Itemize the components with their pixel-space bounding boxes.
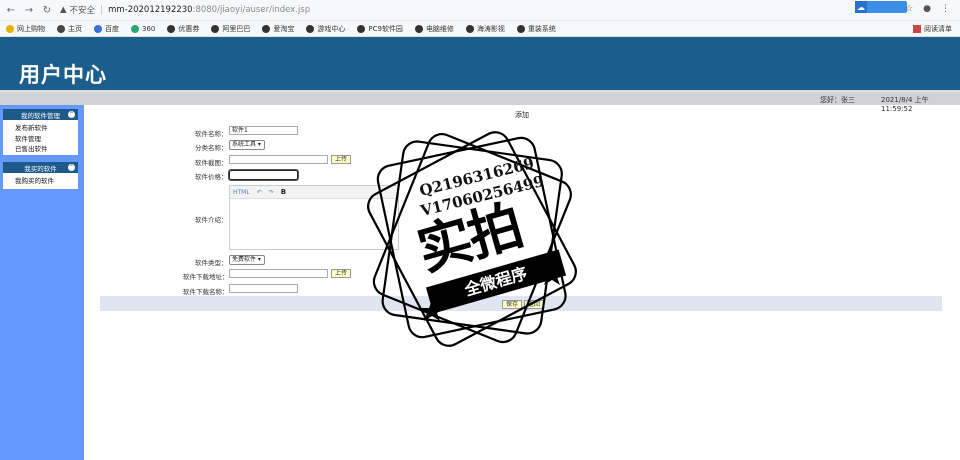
user-bar: 您好：张三 2021/8/4 上午11:59:52 [0, 93, 960, 113]
type-label: 软件类型： [195, 259, 228, 267]
bookmark-item[interactable]: PC9软件园 [357, 24, 403, 34]
extension-badge[interactable]: ☁ [855, 1, 907, 13]
bookmark-icon [414, 24, 423, 33]
menu-group-my-software: 我的软件管理 ⌃ 发布新软件 软件管理 已售出软件 [3, 109, 78, 155]
browser-toolbar: ← → ↻ ▲ 不安全 mm-202012192230 :8080/jiaoyi… [0, 0, 960, 21]
bookmarks-bar: 网上购物 主页 百度 360 优惠券 阿里巴巴 爱淘宝 游戏中心 PC9软件园 电脑维修 海涛影视 重… [0, 21, 960, 37]
bookmark-item[interactable]: 百度 [94, 24, 119, 34]
back-icon[interactable]: ← [4, 3, 18, 17]
menu-icon[interactable]: ⋮ [941, 4, 950, 14]
bookmark-icon [167, 24, 176, 33]
bookmark-icon [57, 24, 65, 33]
app-header: 用户中心 [0, 37, 960, 90]
intro-label: 软件介绍： [195, 216, 228, 224]
security-label: 不安全 [69, 6, 96, 16]
upload-screenshot-button[interactable]: 上传 [331, 155, 352, 164]
sidebar-item-manage[interactable]: 软件管理 [3, 134, 78, 145]
bookmark-item[interactable]: 电脑维修 [414, 24, 454, 34]
editor-toolbar: HTML ↶ ↷ B [230, 186, 398, 199]
html-mode-button[interactable]: HTML [233, 189, 250, 196]
bookmark-item[interactable]: 主页 [57, 24, 82, 34]
software-name-input[interactable]: 软件1 [229, 126, 298, 135]
sidebar-item-sold[interactable]: 已售出软件 [3, 144, 78, 155]
bookmark-icon [357, 24, 366, 33]
category-label: 分类名称： [195, 144, 228, 152]
url-path: :8080/jiaoyi/auser/index.jsp [192, 5, 311, 15]
download-name-input[interactable] [229, 284, 298, 293]
name-label: 软件名称： [195, 130, 228, 138]
warning-icon: ▲ [60, 5, 67, 15]
bookmark-item[interactable]: 爱淘宝 [262, 24, 294, 34]
sidebar [0, 105, 84, 460]
star-icon[interactable]: ☆ [905, 4, 913, 14]
collapse-icon[interactable]: ⌃ [68, 164, 75, 171]
forward-icon[interactable]: → [22, 3, 36, 17]
bookmark-item[interactable]: 优惠券 [167, 24, 199, 34]
bookmark-icon [131, 24, 139, 33]
bookmark-item[interactable]: 阿里巴巴 [211, 24, 250, 34]
price-input[interactable] [228, 169, 299, 181]
price-label: 软件价格： [195, 173, 228, 181]
reading-list-icon [913, 25, 921, 33]
sidebar-item-purchased[interactable]: 我购买的软件 [3, 176, 78, 187]
reading-list-button[interactable]: 阅读清单 [913, 24, 952, 34]
url-host: mm-202012192230 [108, 5, 193, 15]
bold-button[interactable]: B [281, 188, 286, 196]
collapse-icon[interactable]: ⌃ [68, 111, 75, 118]
bookmark-item[interactable]: 重装系统 [516, 24, 556, 34]
screenshot-label: 软件截图： [195, 159, 228, 167]
bookmark-icon [306, 24, 315, 33]
account-icon[interactable]: ● [923, 4, 931, 14]
redo-icon[interactable]: ↷ [269, 189, 274, 196]
address-bar[interactable]: ▲ 不安全 mm-202012192230 :8080/jiaoyi/auser… [60, 4, 310, 16]
bookmark-icon [516, 24, 525, 33]
menu-header[interactable]: 我买的软件 ⌃ [3, 162, 78, 173]
bookmark-icon [6, 24, 14, 33]
bookmark-item[interactable]: 海涛影视 [465, 24, 505, 34]
form-title: 添加 [515, 111, 529, 119]
bookmark-icon [211, 24, 220, 33]
bookmark-item[interactable]: 游戏中心 [306, 24, 345, 34]
menu-group-bought: 我买的软件 ⌃ 我购买的软件 [3, 162, 78, 189]
category-select[interactable]: 系统工具 ▾ [229, 140, 265, 150]
bookmark-icon [262, 24, 271, 33]
bookmark-item[interactable]: 网上购物 [6, 24, 45, 34]
upload-file-button[interactable]: 上传 [331, 269, 352, 278]
page-title: 用户中心 [19, 63, 107, 87]
bookmark-icon [465, 24, 474, 33]
download-name-label: 软件下载名称： [183, 288, 229, 296]
bookmark-item[interactable]: 360 [131, 24, 155, 33]
bookmark-icon [94, 24, 102, 33]
type-select[interactable]: 免费软件 ▾ [229, 255, 265, 265]
user-greeting: 您好：张三 [820, 96, 855, 104]
sidebar-item-publish[interactable]: 发布新软件 [3, 123, 78, 134]
undo-icon[interactable]: ↶ [257, 189, 262, 196]
back-button[interactable]: 返回 [524, 300, 545, 309]
download-url-input[interactable] [229, 269, 328, 278]
rich-text-editor[interactable]: HTML ↶ ↷ B [229, 185, 399, 250]
current-datetime: 2021/8/4 上午11:59:52 [881, 96, 929, 113]
reload-icon[interactable]: ↻ [40, 3, 54, 17]
download-url-label: 软件下载地址： [183, 273, 229, 281]
save-button[interactable]: 保存 [502, 300, 523, 309]
cloud-icon: ☁ [855, 1, 867, 13]
screenshot-input[interactable] [229, 155, 328, 164]
menu-header[interactable]: 我的软件管理 ⌃ [3, 109, 78, 120]
